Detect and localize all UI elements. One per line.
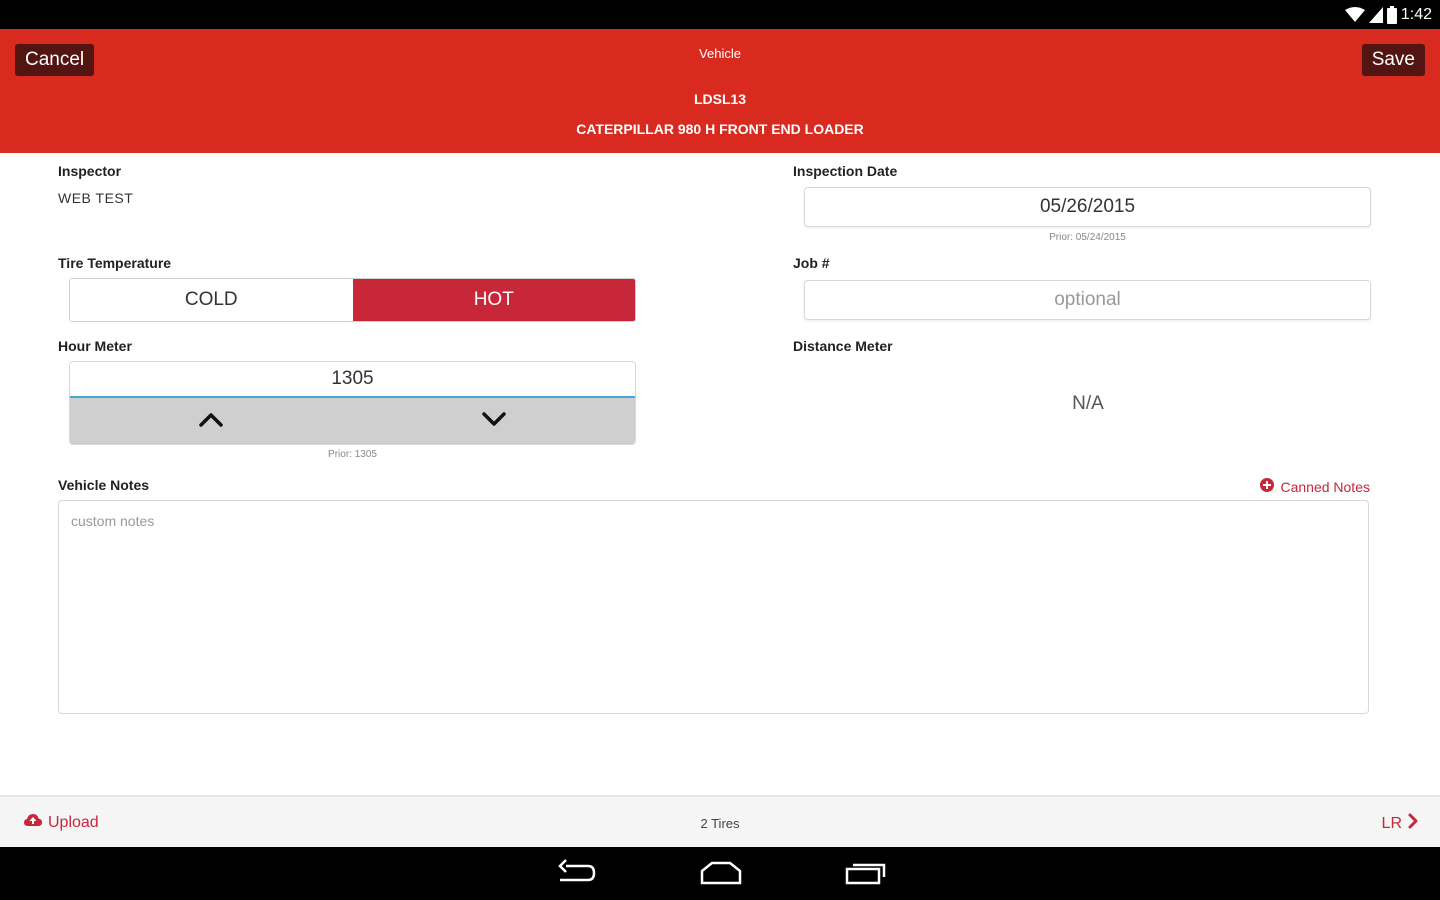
status-bar: 1:42 [0, 0, 1440, 29]
tire-temp-cold-option[interactable]: COLD [70, 279, 353, 321]
vehicle-notes-textarea[interactable]: custom notes [58, 500, 1369, 714]
next-tire-button[interactable]: LR [1382, 813, 1418, 834]
header-title: Vehicle [699, 46, 741, 61]
job-placeholder: optional [1054, 289, 1121, 310]
hour-meter-value: 1305 [331, 368, 374, 389]
inspection-date-field[interactable]: 05/26/2015 [804, 187, 1371, 227]
inspection-date-label: Inspection Date [793, 163, 898, 179]
status-icons: 1:42 [1344, 4, 1432, 26]
chevron-right-icon [1408, 813, 1418, 834]
hour-meter-prior: Prior: 1305 [328, 449, 377, 460]
vehicle-id: LDSL13 [693, 91, 747, 107]
tire-temp-hot-option[interactable]: HOT [352, 279, 635, 321]
header-bar: Cancel Vehicle LDSL13 CATERPILLAR 980 H … [0, 29, 1440, 153]
distance-meter-value: N/A [1072, 393, 1104, 414]
job-label: Job # [793, 255, 830, 271]
hour-meter-decrement-button[interactable] [353, 398, 636, 444]
save-button[interactable]: Save [1361, 44, 1425, 76]
chevron-up-icon [198, 411, 224, 432]
distance-meter-label: Distance Meter [793, 338, 893, 354]
vehicle-notes-label: Vehicle Notes [58, 477, 150, 493]
inspector-label: Inspector [58, 163, 122, 179]
canned-notes-link[interactable]: Canned Notes [1260, 478, 1370, 495]
add-circle-icon [1260, 478, 1275, 495]
tires-count: 2 Tires [700, 816, 740, 831]
back-icon[interactable] [556, 859, 596, 892]
hour-meter-increment-button[interactable] [70, 398, 353, 444]
battery-icon [1386, 6, 1397, 24]
hour-meter-input[interactable]: 1305 [70, 362, 635, 398]
home-icon[interactable] [700, 859, 742, 892]
footer-bar: Upload 2 Tires LR [0, 795, 1440, 847]
tire-temperature-toggle: COLD HOT [69, 278, 636, 322]
status-time: 1:42 [1400, 6, 1432, 23]
vehicle-notes-placeholder: custom notes [71, 513, 155, 529]
vehicle-description: CATERPILLAR 980 H FRONT END LOADER [576, 121, 864, 137]
inspection-date-value: 05/26/2015 [1039, 196, 1136, 217]
job-input[interactable]: optional [804, 280, 1371, 320]
tire-temperature-label: Tire Temperature [58, 255, 172, 271]
hour-meter-stepper: 1305 [69, 361, 636, 445]
canned-notes-label: Canned Notes [1280, 478, 1370, 495]
inspector-value: WEB TEST [58, 190, 134, 206]
hour-meter-label: Hour Meter [58, 338, 132, 354]
chevron-down-icon [481, 411, 507, 432]
inspection-date-prior: Prior: 05/24/2015 [1049, 232, 1126, 243]
recents-icon[interactable] [845, 859, 887, 892]
hour-meter-controls [70, 398, 635, 444]
signal-icon [1368, 7, 1383, 23]
next-tire-label: LR [1381, 814, 1402, 832]
wifi-icon [1344, 7, 1365, 23]
android-nav-bar [0, 847, 1440, 900]
